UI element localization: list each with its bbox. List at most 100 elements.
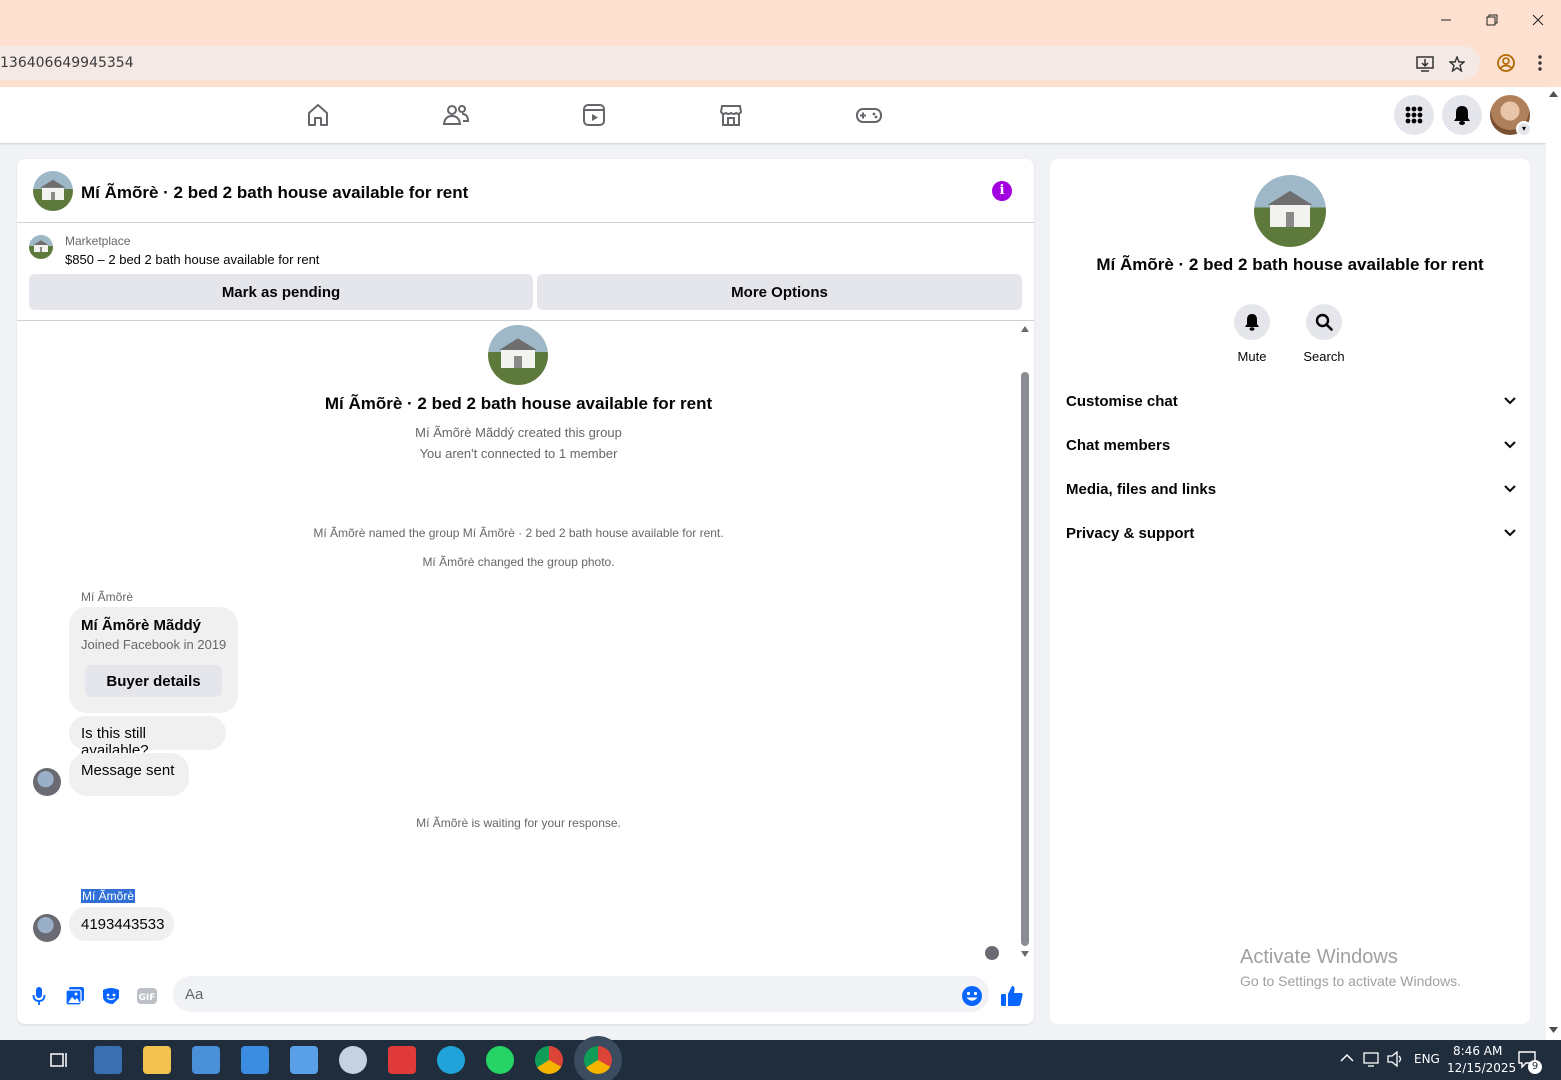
sender-avatar[interactable] [33,914,61,942]
chrome-active-icon[interactable] [584,1046,612,1074]
search-icon [1315,313,1333,331]
activate-windows-watermark: Activate Windows Go to Settings to activ… [1240,946,1461,989]
group-photo-large[interactable] [1254,175,1326,247]
gif-icon[interactable]: GIF [135,984,159,1008]
svg-text:GIF: GIF [139,993,156,1003]
chevron-down-icon [1504,529,1516,537]
photo-icon[interactable] [63,984,87,1008]
listing-thumbnail[interactable] [29,235,53,259]
address-bar[interactable]: 136406649945354 [0,46,1480,80]
message-bubble[interactable]: Is this still available? [69,716,226,759]
windows-taskbar: ENG 8:46 AM 12/15/2025 9 [0,1040,1561,1080]
browser-menu-icon[interactable] [1530,53,1550,73]
watermark-title: Activate Windows [1240,946,1398,968]
scroll-down-icon[interactable] [1549,1027,1558,1033]
chevron-down-icon [1504,397,1516,405]
profile-icon[interactable] [1496,53,1516,73]
section-label: Customise chat [1066,392,1178,410]
section-label: Chat members [1066,436,1171,454]
mark-as-pending-button[interactable]: Mark as pending [29,274,533,310]
buyer-details-button[interactable]: Buyer details [85,665,222,697]
control-panel-icon[interactable] [94,1046,122,1074]
menu-grid-button[interactable] [1394,95,1434,135]
mute-button[interactable]: Mute [1216,304,1288,364]
chevron-down-icon [1504,485,1516,493]
chat-scroll-thumb[interactable] [1021,372,1029,946]
media-files-links-row[interactable]: Media, files and links [1066,471,1516,507]
listing-description[interactable]: $850 – 2 bed 2 bath house available for … [65,252,319,267]
mail-icon[interactable] [241,1046,269,1074]
restore-button[interactable] [1469,0,1515,40]
minimize-button[interactable] [1423,0,1469,40]
chat-members-row[interactable]: Chat members [1066,427,1516,463]
home-icon[interactable] [304,101,332,129]
message-bubble[interactable]: Message sent [69,753,189,796]
clock-date[interactable]: 12/15/2025 [1447,1061,1516,1075]
install-app-icon[interactable] [1415,54,1435,74]
network-icon[interactable] [1363,1051,1381,1070]
privacy-support-row[interactable]: Privacy & support [1066,515,1516,551]
section-label: Media, files and links [1066,480,1217,498]
notifications-button[interactable] [1442,95,1482,135]
listing-label: Marketplace [65,234,131,248]
minimize-icon [1441,19,1451,21]
microphone-icon[interactable] [27,984,51,1008]
info-icon[interactable]: i [992,181,1012,201]
browser-titlebar [0,0,1561,40]
more-options-button[interactable]: More Options [537,274,1022,310]
file-explorer-icon[interactable] [143,1046,171,1074]
photos-icon[interactable] [290,1046,318,1074]
facebook-header: ▾ [0,87,1546,143]
message-input[interactable] [173,976,989,1012]
marketplace-icon[interactable] [717,101,745,129]
scroll-up-icon[interactable] [1021,326,1029,332]
gaming-icon[interactable] [855,101,883,129]
section-label: Privacy & support [1066,524,1195,542]
customise-chat-row[interactable]: Customise chat [1066,383,1516,419]
clock-time[interactable]: 8:46 AM [1453,1044,1502,1058]
chrome-icon[interactable] [535,1046,563,1074]
browser-toolbar: 136406649945354 [0,40,1561,87]
account-avatar[interactable]: ▾ [1490,95,1532,137]
selected-sender-name: Mí Ãmõrè [81,889,136,903]
search-button[interactable]: Search [1288,304,1360,364]
scroll-up-icon[interactable] [1549,91,1558,97]
group-created-text: Mí Ãmõrè Mãddý created this group [415,425,622,440]
bookmark-star-icon[interactable] [1447,54,1467,74]
sender-name: Mí Ãmõrè [81,590,134,604]
search-label: Search [1303,349,1345,364]
grid-icon [1405,106,1423,124]
paint-icon[interactable] [339,1046,367,1074]
video-icon[interactable] [580,101,608,129]
anydesk-icon[interactable] [388,1046,416,1074]
page-scrollbar[interactable] [1546,87,1561,1040]
bell-icon [1454,106,1470,125]
like-icon[interactable] [1000,984,1024,1008]
chat-scrollbar[interactable] [1019,324,1031,958]
language-indicator[interactable]: ENG [1414,1052,1440,1066]
tray-expand-icon[interactable] [1340,1052,1354,1066]
task-view-icon[interactable] [44,1046,72,1074]
chevron-down-icon: ▾ [1516,121,1532,137]
edge-icon[interactable] [437,1046,465,1074]
chat-title[interactable]: Mí Ãmõrè · 2 bed 2 bath house available … [81,183,468,203]
group-avatar[interactable] [33,171,73,211]
phone-number-message[interactable]: 4193443533 [69,907,174,941]
joined-text: Joined Facebook in 2019 [81,637,227,652]
waiting-text: Mí Ãmõrè is waiting for your response. [416,816,621,830]
volume-icon[interactable] [1387,1050,1405,1070]
sender-avatar[interactable] [33,768,61,796]
store-icon[interactable] [192,1046,220,1074]
emoji-icon[interactable] [960,984,984,1008]
whatsapp-icon[interactable] [486,1046,514,1074]
watermark-subtitle: Go to Settings to activate Windows. [1240,973,1461,989]
scroll-down-icon[interactable] [1021,951,1029,957]
mute-label: Mute [1237,349,1267,364]
group-named-event: Mí Ãmõrè named the group Mí Ãmõrè · 2 be… [313,526,724,540]
url-text: 136406649945354 [0,55,134,71]
close-window-button[interactable] [1515,0,1561,40]
friends-icon[interactable] [442,101,470,129]
restore-icon [1486,14,1498,26]
sticker-icon[interactable] [99,984,123,1008]
read-receipt-avatar [985,946,999,960]
